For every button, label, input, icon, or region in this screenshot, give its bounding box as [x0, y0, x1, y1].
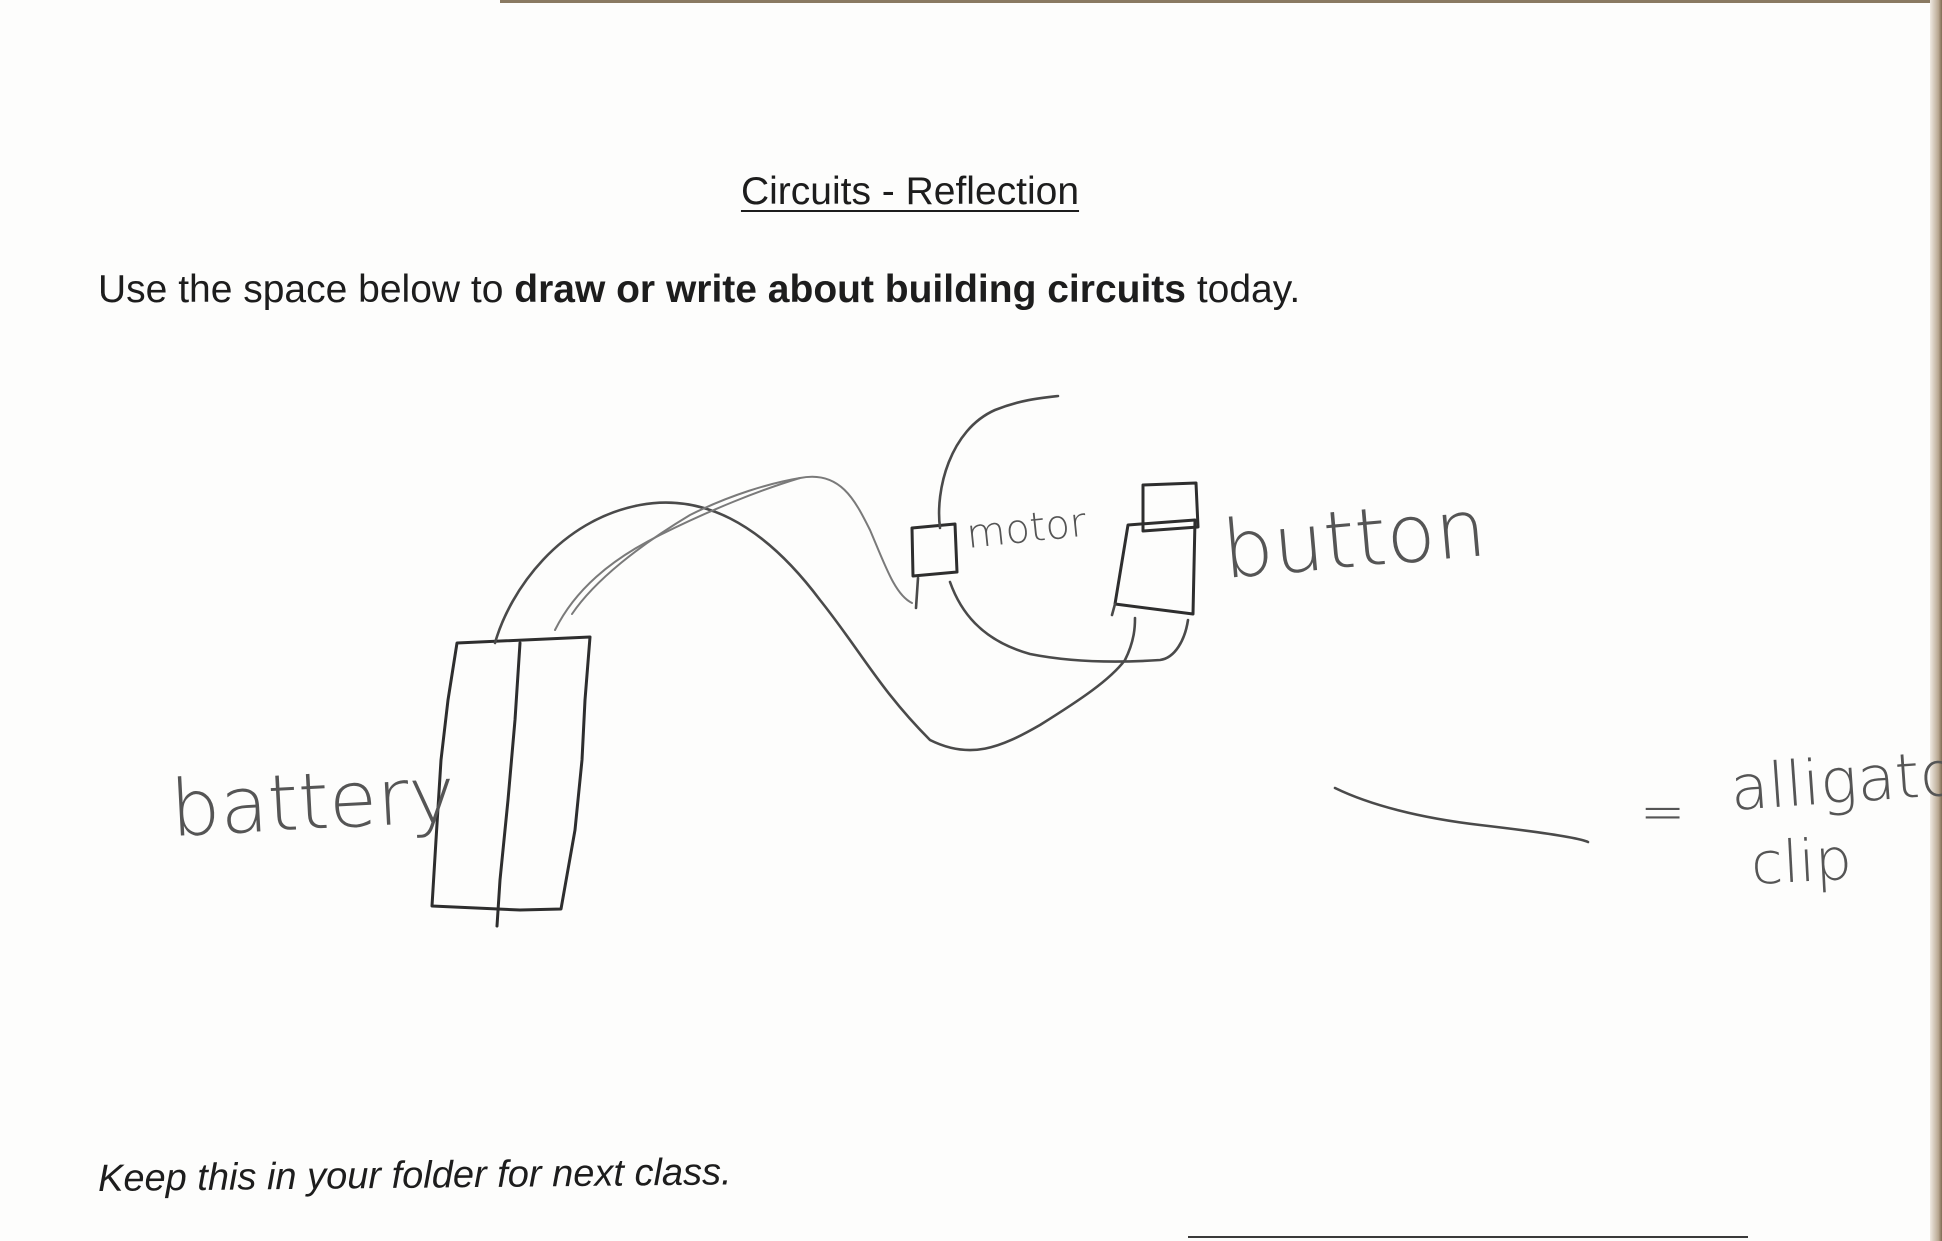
wire-light-1 — [554, 477, 801, 631]
battery-sketch — [430, 635, 592, 928]
signature-line — [1188, 1236, 1748, 1238]
button-sketch — [1110, 481, 1200, 617]
footer-note: Keep this in your folder for next class. — [97, 1151, 732, 1200]
student-circuit-drawing: battery motor button = alligator clip — [168, 394, 1942, 928]
legend-label-line-1: alligator — [1728, 734, 1942, 824]
battery-label: battery — [168, 750, 457, 855]
alligator-clip-legend-line — [1333, 786, 1590, 844]
motor-label: motor — [964, 500, 1089, 558]
worksheet-page: Circuits - Reflection Use the space belo… — [0, 0, 1942, 1241]
button-label: button — [1219, 481, 1490, 597]
legend-equals-sign: = — [1640, 780, 1685, 843]
legend-label-line-2: clip — [1749, 825, 1853, 898]
